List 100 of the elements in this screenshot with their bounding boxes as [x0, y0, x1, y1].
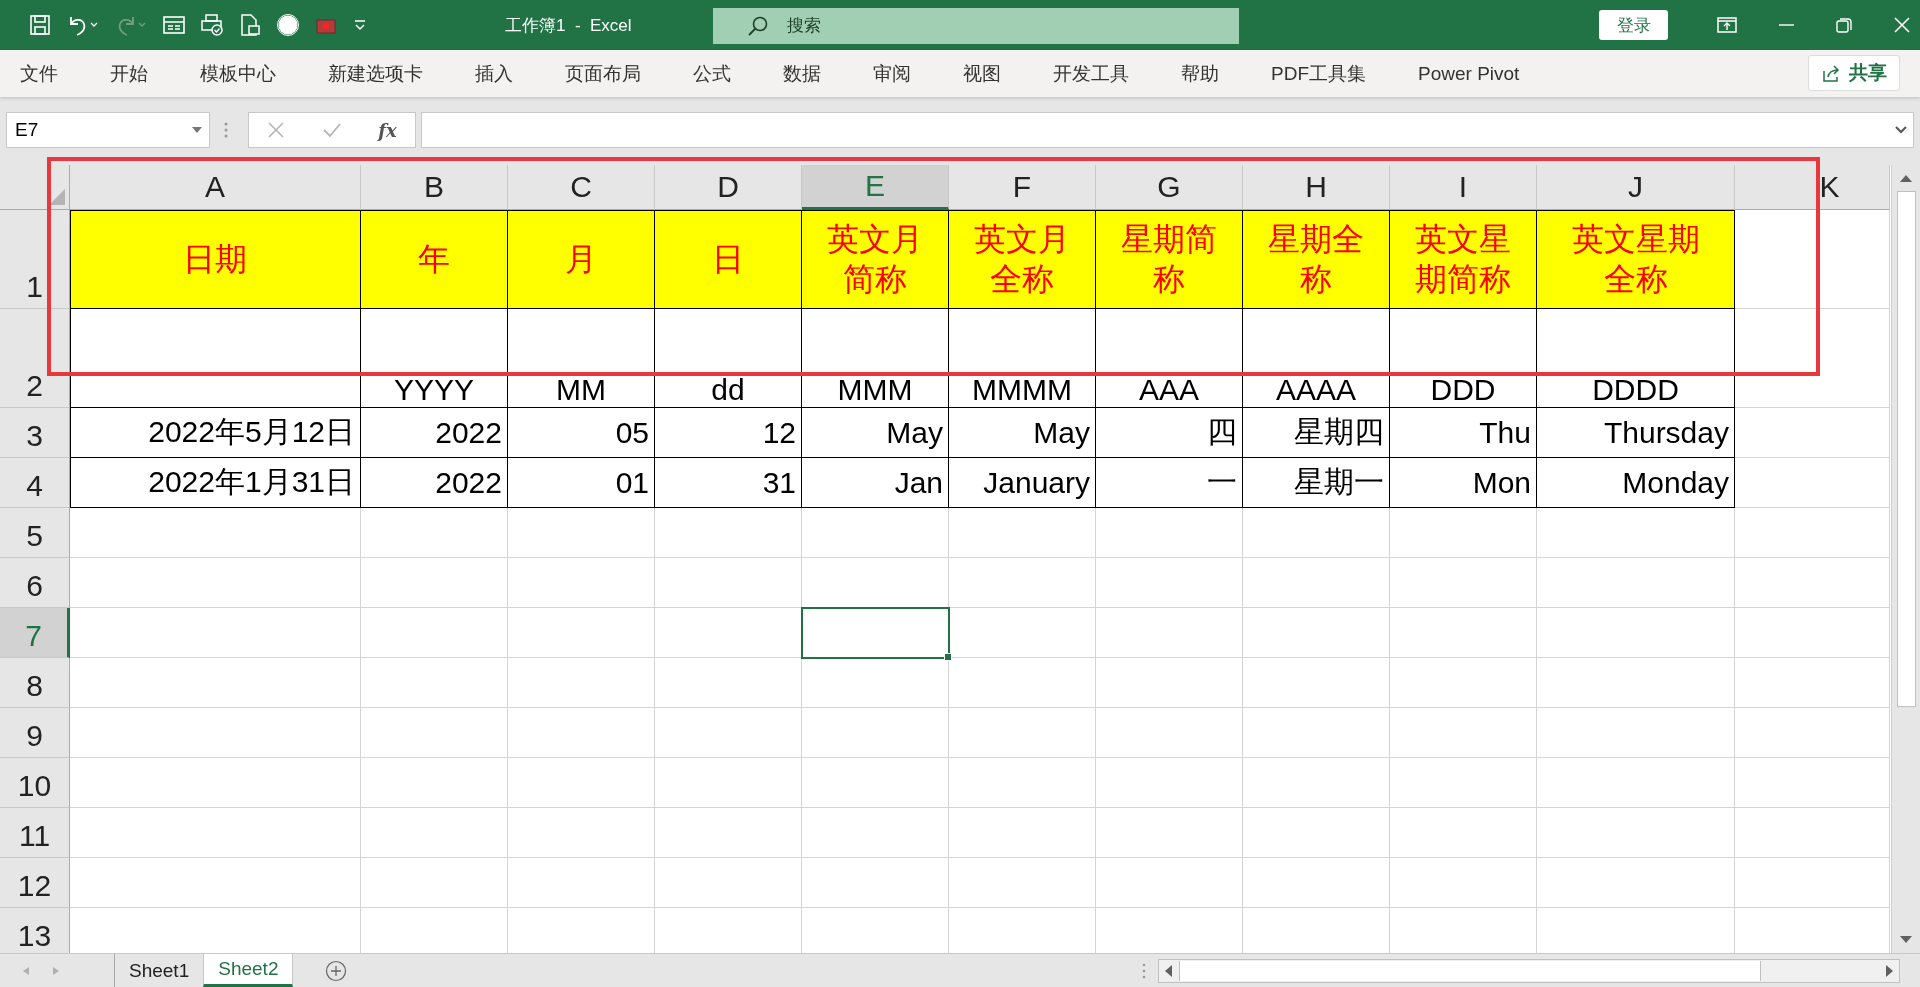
table-cell[interactable]: MM: [508, 309, 655, 408]
form-icon[interactable]: [162, 13, 186, 37]
ribbon-tab[interactable]: 模板中心: [188, 54, 288, 93]
column-header[interactable]: E: [802, 165, 949, 210]
table-cell[interactable]: 2022: [361, 408, 508, 458]
table-cell[interactable]: 英文月简称: [802, 210, 949, 309]
insert-function-button[interactable]: fx: [378, 119, 397, 141]
table-cell[interactable]: MMMM: [949, 309, 1096, 408]
table-cell[interactable]: DDDD: [1537, 309, 1735, 408]
table-cell[interactable]: Thursday: [1537, 408, 1735, 458]
ribbon-tab[interactable]: 页面布局: [553, 54, 653, 93]
column-header[interactable]: K: [1735, 165, 1890, 210]
ribbon-tab[interactable]: PDF工具集: [1259, 54, 1378, 93]
formula-field[interactable]: [421, 112, 1914, 148]
check-icon[interactable]: [321, 121, 342, 139]
ribbon-tab[interactable]: Power Pivot: [1406, 56, 1532, 91]
table-cell[interactable]: 星期四: [1243, 408, 1390, 458]
table-cell[interactable]: 月: [508, 210, 655, 309]
table-cell[interactable]: 英文月全称: [949, 210, 1096, 309]
ribbon-tab[interactable]: 插入: [463, 54, 525, 93]
table-cell[interactable]: MMM: [802, 309, 949, 408]
table-cell[interactable]: AAAA: [1243, 309, 1390, 408]
document-icon[interactable]: [238, 13, 262, 37]
search-field[interactable]: 搜索: [713, 8, 1239, 44]
column-header[interactable]: C: [508, 165, 655, 210]
row-header[interactable]: 4: [0, 458, 70, 508]
scroll-down-icon[interactable]: [1899, 935, 1913, 945]
scroll-left-icon[interactable]: [1163, 963, 1173, 978]
table-cell[interactable]: 2022年1月31日: [70, 458, 361, 508]
ribbon-tab[interactable]: 新建选项卡: [316, 54, 435, 93]
table-cell[interactable]: Mon: [1390, 458, 1537, 508]
ribbon-tab[interactable]: 数据: [771, 54, 833, 93]
table-cell[interactable]: January: [949, 458, 1096, 508]
column-header[interactable]: F: [949, 165, 1096, 210]
table-cell[interactable]: 2022年5月12日: [70, 408, 361, 458]
table-cell[interactable]: AAA: [1096, 309, 1243, 408]
table-cell[interactable]: 05: [508, 408, 655, 458]
name-box[interactable]: E7: [6, 112, 210, 148]
table-cell[interactable]: YYYY: [361, 309, 508, 408]
cancel-icon[interactable]: [267, 121, 286, 139]
ribbon-tab[interactable]: 帮助: [1169, 54, 1231, 93]
column-header[interactable]: B: [361, 165, 508, 210]
row-header[interactable]: 8: [0, 658, 70, 708]
table-cell[interactable]: 2022: [361, 458, 508, 508]
table-cell[interactable]: DDD: [1390, 309, 1537, 408]
table-cell[interactable]: 01: [508, 458, 655, 508]
row-header[interactable]: 10: [0, 758, 70, 808]
row-header[interactable]: 7: [0, 608, 70, 658]
table-cell[interactable]: 一: [1096, 458, 1243, 508]
table-cell[interactable]: 星期简称: [1096, 210, 1243, 309]
sign-in-button[interactable]: 登录: [1599, 10, 1668, 40]
customize-caret-icon[interactable]: [352, 17, 368, 33]
row-header[interactable]: 11: [0, 808, 70, 858]
row-header[interactable]: 12: [0, 858, 70, 908]
circle-icon[interactable]: [276, 13, 300, 37]
table-cell[interactable]: Thu: [1390, 408, 1537, 458]
column-header[interactable]: G: [1096, 165, 1243, 210]
select-all-button[interactable]: [0, 165, 70, 210]
ribbon-tab[interactable]: 开始: [98, 54, 160, 93]
table-cell[interactable]: May: [949, 408, 1096, 458]
row-header[interactable]: 13: [0, 908, 70, 953]
ribbon-tab[interactable]: 视图: [951, 54, 1013, 93]
row-header[interactable]: 1: [0, 210, 70, 309]
column-header[interactable]: I: [1390, 165, 1537, 210]
table-cell[interactable]: Monday: [1537, 458, 1735, 508]
save-icon[interactable]: [28, 13, 52, 37]
scrollbar-thumb[interactable]: [1897, 191, 1916, 707]
row-header[interactable]: 2: [0, 309, 70, 408]
add-sheet-icon[interactable]: [325, 959, 348, 982]
row-header[interactable]: 5: [0, 508, 70, 558]
restore-icon[interactable]: [1834, 15, 1854, 35]
table-cell[interactable]: Jan: [802, 458, 949, 508]
table-cell[interactable]: 31: [655, 458, 802, 508]
ribbon-display-icon[interactable]: [1716, 15, 1738, 35]
column-header[interactable]: J: [1537, 165, 1735, 210]
table-cell[interactable]: 四: [1096, 408, 1243, 458]
expand-caret-icon[interactable]: [1894, 125, 1908, 135]
scroll-right-icon[interactable]: [1885, 963, 1895, 978]
table-cell[interactable]: 星期全称: [1243, 210, 1390, 309]
scrollbar-thumb[interactable]: [1179, 960, 1761, 981]
table-cell[interactable]: dd: [655, 309, 802, 408]
ribbon-tab[interactable]: 审阅: [861, 54, 923, 93]
row-header[interactable]: 6: [0, 558, 70, 608]
next-sheet-icon[interactable]: [52, 965, 60, 976]
previous-sheet-icon[interactable]: [22, 965, 30, 976]
close-icon[interactable]: [1892, 15, 1912, 35]
ribbon-tab[interactable]: 公式: [681, 54, 743, 93]
sheet-tab[interactable]: Sheet2: [203, 954, 294, 987]
table-cell[interactable]: 英文星期简称: [1390, 210, 1537, 309]
selected-cell[interactable]: [802, 608, 949, 658]
column-header[interactable]: H: [1243, 165, 1390, 210]
table-cell[interactable]: 英文星期全称: [1537, 210, 1735, 309]
table-cell[interactable]: 12: [655, 408, 802, 458]
printer-icon[interactable]: [200, 13, 224, 37]
scroll-up-icon[interactable]: [1899, 173, 1913, 183]
table-cell[interactable]: [70, 309, 361, 408]
row-header[interactable]: 9: [0, 708, 70, 758]
ribbon-tab[interactable]: 开发工具: [1041, 54, 1141, 93]
column-header[interactable]: D: [655, 165, 802, 210]
table-cell[interactable]: May: [802, 408, 949, 458]
